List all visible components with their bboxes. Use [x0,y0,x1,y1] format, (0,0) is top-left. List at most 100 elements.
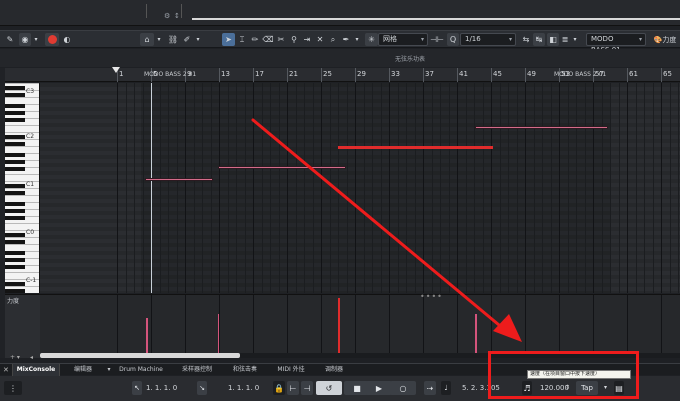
settings-icon[interactable]: ⚙ [164,12,170,20]
tab-midi-inserts[interactable]: MIDI 外挂 [269,364,313,376]
tab-editor[interactable]: 编辑器 [63,364,103,376]
black-key[interactable] [5,265,25,269]
close-icon[interactable]: ✕ [3,364,9,376]
beat-line [440,83,441,293]
editor-color-icon[interactable]: ◧ [547,33,559,46]
black-key[interactable] [5,191,25,195]
chevron-down-icon[interactable]: ▾ [105,364,113,376]
playhead-marker[interactable] [112,67,120,73]
midi-note[interactable] [338,146,493,149]
black-key[interactable] [5,111,25,115]
part-label[interactable]: MODO BASS 2 01 [551,69,606,80]
black-key[interactable] [5,289,25,293]
black-key[interactable] [5,184,25,188]
time-format-icon[interactable]: ♩ [441,381,451,395]
lock-icon[interactable]: 🔒 [273,381,285,395]
snap-type-dropdown[interactable]: 网格 ▾ [378,33,428,46]
black-key[interactable] [5,135,25,139]
playhead-cursor[interactable] [151,83,152,293]
velocity-lane[interactable] [40,294,680,358]
punch-in-icon[interactable]: ⊢ [287,381,299,395]
record-icon[interactable] [45,33,59,46]
right-locator-icon[interactable]: ↘ [197,381,207,395]
play-button[interactable]: ▶ [366,381,392,395]
black-key[interactable] [5,118,25,122]
quantize-settings-icon[interactable]: ⇆ [520,33,532,46]
metronome-icon[interactable]: ⇢ [424,381,436,395]
pointer-icon[interactable]: ➤ [222,33,235,46]
overview-lane[interactable] [192,18,680,20]
transport-menu-icon[interactable]: ⋮ [4,381,22,395]
left-locator-icon[interactable]: ↖ [132,381,142,395]
midi-note[interactable] [145,178,213,181]
link-icon[interactable]: ⛓ [167,33,179,46]
punch-out-icon[interactable]: ⊣ [301,381,313,395]
velocity-bar[interactable] [146,318,148,354]
piano-keyboard[interactable]: C3 C2 C1 C0 C-1 [5,83,40,293]
chevron-down-icon[interactable]: ▾ [353,33,361,46]
chevron-down-icon[interactable]: ▾ [32,33,40,46]
eraser-icon[interactable]: ⌫ [262,33,274,46]
record-button[interactable]: ○ [390,381,416,395]
scroll-left-icon[interactable]: ◂ [30,354,33,361]
tab-modulators[interactable]: 调制器 [316,364,352,376]
expand-icon[interactable]: ↕ [174,12,180,20]
add-lane-icon[interactable]: + ▾ [10,354,20,361]
chevron-down-icon[interactable]: ▾ [571,33,579,46]
scroll-thumb[interactable] [40,353,240,358]
velocity-color-menu[interactable]: 🎨 力度 [650,33,680,46]
midi-note[interactable] [475,126,608,129]
tab-mixconsole[interactable]: MixConsole [12,364,60,376]
timeline-ruler[interactable]: 1 5 9 13 17 21 25 29 33 37 41 45 49 53 57 61 65 MODO BASS… [112,67,680,82]
note-grid[interactable] [40,83,680,293]
quantize-icon[interactable]: Q [447,33,459,46]
chevron-down-icon[interactable]: ▾ [155,33,163,46]
black-key[interactable] [5,258,25,262]
black-key[interactable] [5,240,25,244]
black-key[interactable] [5,86,25,90]
autoscroll-icon[interactable]: ↹ [533,33,545,46]
tab-drum-machine[interactable]: Drum Machine [113,364,169,376]
black-key[interactable] [5,202,25,206]
loop-record-icon[interactable]: ◐ [61,33,73,46]
tab-sampler-control[interactable]: 采样器控制 [172,364,222,376]
black-key[interactable] [5,93,25,97]
black-key[interactable] [5,142,25,146]
glue-icon[interactable]: ⚲ [288,33,300,46]
black-key[interactable] [5,216,25,220]
chevron-down-icon[interactable]: ▾ [194,33,202,46]
velocity-bar[interactable] [338,298,340,354]
part-label[interactable]: MODO BASS 2 01 [141,69,196,80]
black-key[interactable] [5,160,25,164]
quantize-dropdown[interactable]: 1/16 ▾ [460,33,516,46]
black-key[interactable] [5,167,25,171]
zoom-icon[interactable]: ⌕ [327,33,339,46]
pin-icon[interactable]: ✎ [4,33,16,46]
black-key[interactable] [5,233,25,237]
draw-icon[interactable]: ✒ [340,33,352,46]
midi-note[interactable] [218,166,346,169]
scissors-icon[interactable]: ✂ [275,33,287,46]
black-key[interactable] [5,209,25,213]
cycle-button[interactable]: ↺ [316,381,342,395]
instrument-dropdown[interactable]: MODO BASS.01 ▾ [586,33,646,54]
black-key[interactable] [5,104,25,108]
snap-move-icon[interactable]: ⊣⊢ [430,33,444,46]
black-key[interactable] [5,282,25,286]
trim-icon[interactable]: ⇥ [301,33,313,46]
part-icon[interactable]: ⌂ [140,33,154,46]
velocity-bar[interactable] [475,314,477,354]
tab-chord-pads[interactable]: 和弦击奏 [225,364,265,376]
snap-toggle-icon[interactable]: ✳ [365,33,378,46]
black-key[interactable] [5,153,25,157]
pencil-icon[interactable]: ✏ [249,33,261,46]
edit-icon[interactable]: ✐ [181,33,193,46]
right-locator-field[interactable]: 1. 1. 1. 0 [228,382,274,394]
left-locator-field[interactable]: 1. 1. 1. 0 [146,382,192,394]
mute-icon[interactable]: ✕ [314,33,326,46]
gear-icon[interactable]: ◉ [19,33,31,46]
black-key[interactable] [5,251,25,255]
range-icon[interactable]: ⌶ [236,33,248,46]
layers-icon[interactable]: ≣ [559,33,571,46]
lane-resize-handle[interactable]: •••• [420,292,443,301]
